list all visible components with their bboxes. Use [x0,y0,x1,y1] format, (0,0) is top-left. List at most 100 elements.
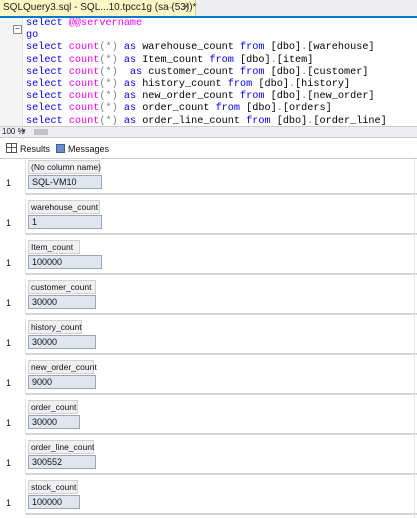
code-token: warehouse_count [142,42,241,54]
tab-messages[interactable]: Messages [56,141,109,157]
column-header[interactable]: new_order_count [28,360,97,374]
code-token: [history] [295,78,351,90]
row-header[interactable]: 1 [0,279,26,315]
result-cell[interactable]: 9000 [28,375,96,389]
tab-messages-label: Messages [68,144,110,154]
row-number: 1 [6,178,12,188]
column-header[interactable]: order_line_count [28,440,94,454]
code-line[interactable]: select count(*) as warehouse_count from … [26,42,387,54]
code-token: as [117,54,143,66]
code-token: as [117,78,143,90]
result-cell[interactable]: 300552 [28,455,96,469]
result-cell[interactable]: 1 [28,215,102,229]
result-cell[interactable]: 100000 [28,495,80,509]
code-line[interactable]: select count(*) as order_count from [dbo… [26,103,387,115]
query-editor[interactable]: − select @@servername go select count(*) a… [0,18,417,126]
result-cell[interactable]: 30000 [28,335,96,349]
editor-gutter: − [0,18,23,126]
code-token: count [68,42,100,54]
tab-results-label: Results [20,144,51,154]
code-token: as [117,91,143,103]
message-icon [56,144,65,153]
column-header[interactable]: warehouse_count [28,200,100,214]
code-token: customer_count [148,66,240,78]
result-grid[interactable]: 1 Item_count 100000 [0,239,417,275]
code-token: select [26,66,69,78]
code-token: from [246,115,277,127]
code-token: count [68,103,100,115]
code-token: from [240,91,271,103]
code-token: [dbo] [270,91,302,103]
code-line[interactable]: select @@servername [26,18,387,30]
row-header[interactable]: 1 [0,159,26,195]
editor-status-strip: 100 % ▾ [0,126,417,138]
code-token: select [26,18,69,29]
column-header[interactable]: history_count [28,320,82,334]
tab-results[interactable]: Results [6,141,51,157]
row-header[interactable]: 1 [0,319,26,355]
collapse-icon[interactable]: − [13,25,22,34]
results-divider [414,159,415,518]
row-header[interactable]: 1 [0,439,26,475]
row-header[interactable]: 1 [0,199,26,235]
row-header[interactable]: 1 [0,479,26,515]
code-token: count [68,54,100,66]
code-token: go [26,30,39,42]
code-token: count [68,115,100,127]
result-grid[interactable]: 1 customer_count 30000 [0,279,417,315]
column-header[interactable]: stock_count [28,480,78,494]
code-token: @@servername [68,18,143,29]
result-grid[interactable]: 1 order_line_count 300552 [0,439,417,475]
code-token: select [26,115,69,127]
code-token: select [26,42,69,54]
result-grid[interactable]: 1 (No column name) SQL-VM10 [0,159,417,195]
result-grid[interactable]: 1 order_count 30000 [0,399,417,435]
code-token: (*) [99,91,118,103]
result-cell[interactable]: 30000 [28,295,96,309]
code-token: as [117,42,143,54]
close-icon[interactable]: ✕ [182,0,190,16]
row-number: 1 [6,378,12,388]
code-line[interactable]: select count(*) as Item_count from [dbo]… [26,55,387,67]
result-grid[interactable]: 1 history_count 30000 [0,319,417,355]
code-token: from [215,103,247,115]
code-token: (*) [99,54,118,66]
code-token: count [68,91,100,103]
result-cell[interactable]: 100000 [28,255,102,269]
code-token: [dbo] [270,42,302,54]
result-cell[interactable]: 30000 [28,415,80,429]
code-line[interactable]: select count(*) as customer_count from [… [26,67,387,79]
result-grid[interactable]: 1 new_order_count 9000 [0,359,417,395]
row-header[interactable]: 1 [0,359,26,395]
column-header[interactable]: Item_count [28,240,80,254]
code-token: order_line_count [142,115,247,127]
row-header[interactable]: 1 [0,239,26,275]
code-token: [item] [276,54,314,66]
code-line[interactable]: select count(*) as order_line_count from… [26,116,387,127]
code-token: as [117,115,143,127]
code-token: history_count [142,78,228,90]
pin-icon[interactable]: ⊣ [166,0,174,16]
code-token: [orders] [282,103,332,115]
result-tabs: Results Messages [0,141,417,159]
code-line[interactable]: go [26,30,387,42]
horizontal-scrollbar-thumb[interactable] [34,129,48,135]
sql-code[interactable]: select @@servername go select count(*) as … [26,18,387,126]
code-line[interactable]: select count(*) as history_count from [d… [26,79,387,91]
zoom-dropdown-icon[interactable]: ▾ [22,127,26,137]
code-line[interactable]: select count(*) as new_order_count from … [26,91,387,103]
result-cell[interactable]: SQL-VM10 [28,175,102,189]
row-header[interactable]: 1 [0,399,26,435]
result-grid[interactable]: 1 stock_count 100000 [0,479,417,515]
query-tab[interactable]: SQLQuery3.sql - SQL...10.tpcc1g (sa (53)… [0,0,196,16]
code-token: order_count [142,103,216,115]
code-token: [dbo] [258,78,289,90]
grid-icon [6,143,17,153]
column-header[interactable]: order_count [28,400,78,414]
column-header[interactable]: customer_count [28,280,96,294]
row-number: 1 [6,458,12,468]
row-number: 1 [6,258,12,268]
result-grid[interactable]: 1 warehouse_count 1 [0,199,417,235]
document-tab-bar: SQLQuery3.sql - SQL...10.tpcc1g (sa (53)… [0,0,417,18]
column-header[interactable]: (No column name) [28,160,101,174]
